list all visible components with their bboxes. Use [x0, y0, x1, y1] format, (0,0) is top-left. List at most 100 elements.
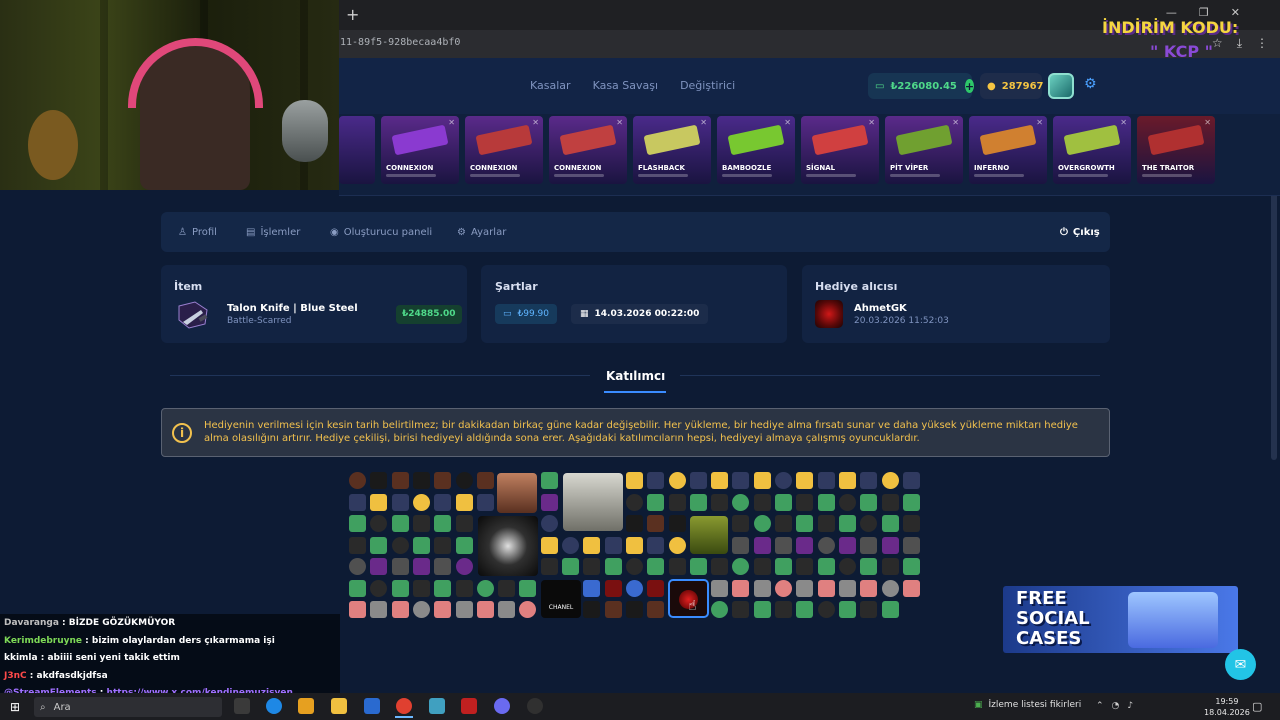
participant-avatar[interactable] — [860, 558, 878, 575]
live-drop-card[interactable]: PİT VİPER ✕ — [885, 116, 963, 184]
participant-avatar[interactable] — [753, 536, 771, 554]
participant-avatar[interactable] — [476, 579, 494, 597]
participant-avatar[interactable] — [881, 493, 899, 511]
mail-icon[interactable] — [364, 698, 380, 714]
participant-avatar[interactable] — [668, 558, 686, 575]
participant-avatar-large[interactable] — [478, 516, 538, 576]
participant-avatar[interactable] — [796, 515, 814, 532]
participant-avatar[interactable] — [732, 579, 750, 597]
participant-avatar[interactable] — [902, 472, 920, 489]
participant-avatar[interactable] — [455, 579, 473, 597]
new-tab-button[interactable]: + — [346, 5, 359, 24]
participant-avatar[interactable] — [455, 558, 473, 575]
participant-avatar[interactable] — [860, 601, 878, 618]
participant-avatar[interactable] — [775, 472, 792, 489]
nav-cases[interactable]: Kasalar — [530, 79, 571, 92]
participant-avatar[interactable] — [434, 493, 452, 511]
participant-avatar[interactable] — [732, 601, 750, 618]
gear-icon[interactable]: ⚙ — [1084, 76, 1097, 92]
live-drop-card[interactable]: CONNEXION ✕ — [381, 116, 459, 184]
participant-avatar[interactable] — [391, 472, 409, 489]
participant-avatar[interactable] — [391, 493, 409, 511]
participant-avatar[interactable] — [391, 515, 409, 532]
participant-avatar[interactable] — [455, 515, 473, 532]
folder-icon[interactable] — [331, 698, 347, 714]
chat-username[interactable]: Davaranga — [4, 618, 59, 628]
participant-avatar[interactable] — [775, 536, 792, 554]
participant-avatar[interactable] — [902, 579, 920, 597]
participant-avatar[interactable] — [625, 579, 643, 597]
participant-avatar[interactable] — [881, 558, 899, 575]
participant-avatar[interactable] — [625, 472, 643, 489]
star-icon[interactable]: ☆ — [1212, 36, 1223, 51]
live-drop-card[interactable]: OVERGROWTH ✕ — [1053, 116, 1131, 184]
participant-avatar[interactable] — [881, 536, 899, 554]
participant-avatar[interactable] — [753, 558, 771, 575]
participant-avatar[interactable] — [838, 558, 856, 575]
participant-avatar[interactable] — [647, 579, 665, 597]
participant-avatar[interactable] — [391, 558, 409, 575]
participant-avatar[interactable] — [711, 558, 729, 575]
user-avatar[interactable] — [1048, 73, 1074, 99]
participant-avatar[interactable] — [455, 472, 473, 489]
participant-avatar[interactable] — [668, 536, 686, 554]
participant-avatar[interactable] — [391, 536, 409, 554]
participant-avatar[interactable] — [647, 472, 665, 489]
participant-avatar[interactable] — [625, 558, 643, 575]
participant-avatar[interactable] — [434, 536, 452, 554]
participant-avatar[interactable] — [625, 515, 643, 532]
participant-avatar[interactable] — [838, 515, 856, 532]
recipient-avatar[interactable] — [815, 300, 843, 328]
participant-avatar[interactable] — [434, 558, 452, 575]
participant-avatar[interactable] — [412, 472, 430, 489]
participant-avatar[interactable] — [412, 536, 430, 554]
participant-avatar[interactable] — [604, 601, 622, 618]
participant-avatar[interactable] — [391, 579, 409, 597]
participant-avatar[interactable] — [860, 536, 878, 554]
participant-avatar[interactable] — [711, 579, 729, 597]
participant-avatar[interactable] — [412, 558, 430, 575]
live-drop-card[interactable]: SİGNAL ✕ — [801, 116, 879, 184]
participant-avatar[interactable] — [732, 515, 750, 532]
participant-avatar[interactable] — [540, 493, 558, 511]
deposit-button[interactable]: + — [964, 79, 975, 93]
taskbar-news[interactable]: ▣ İzleme listesi fikirleri — [974, 700, 1081, 710]
chat-username[interactable]: Kerimdebruyne — [4, 636, 82, 646]
participant-avatar[interactable] — [860, 579, 878, 597]
participant-avatar[interactable] — [860, 515, 878, 532]
balance-box[interactable]: ▭ ₺226080.45 + — [868, 73, 975, 99]
live-drop-card[interactable]: INFERNO ✕ — [969, 116, 1047, 184]
participant-avatar[interactable] — [796, 579, 814, 597]
participant-avatar[interactable] — [434, 515, 452, 532]
chevron-up-icon[interactable]: ⌃ — [1096, 701, 1104, 711]
participant-avatar[interactable] — [625, 536, 643, 554]
participant-avatar-chanel[interactable]: CHANEL — [541, 580, 581, 618]
menu-icon[interactable]: ⋮ — [1256, 36, 1268, 51]
participant-avatar[interactable] — [689, 558, 707, 575]
participant-avatar[interactable] — [349, 472, 366, 489]
participant-avatar[interactable] — [370, 579, 388, 597]
participant-avatar[interactable] — [689, 472, 707, 489]
participant-avatar[interactable] — [349, 579, 366, 597]
url-text[interactable]: 11-89f5-928becaa4bf0 — [340, 37, 460, 48]
participant-avatar[interactable] — [775, 601, 792, 618]
participant-avatar[interactable] — [498, 601, 516, 618]
participant-avatar[interactable] — [732, 558, 750, 575]
participant-avatar[interactable] — [668, 515, 686, 532]
participant-avatar[interactable] — [434, 579, 452, 597]
participant-avatar[interactable] — [817, 515, 835, 532]
task-view-icon[interactable] — [234, 698, 250, 714]
tab-profile[interactable]: ♙ Profil — [178, 227, 217, 238]
participant-avatar[interactable] — [796, 558, 814, 575]
participant-avatar[interactable] — [753, 472, 771, 489]
participant-avatar[interactable] — [753, 579, 771, 597]
participant-avatar[interactable] — [349, 493, 366, 511]
participant-avatar[interactable] — [775, 493, 792, 511]
participant-avatar[interactable] — [689, 493, 707, 511]
live-drop-card[interactable]: THE TRAITOR ✕ — [1137, 116, 1215, 184]
participant-avatar[interactable] — [625, 601, 643, 618]
participant-avatar[interactable] — [902, 493, 920, 511]
tab-creator-panel[interactable]: ◉ Oluşturucu paneli — [330, 227, 432, 238]
app-icon[interactable] — [461, 698, 477, 714]
participant-avatar[interactable] — [838, 579, 856, 597]
